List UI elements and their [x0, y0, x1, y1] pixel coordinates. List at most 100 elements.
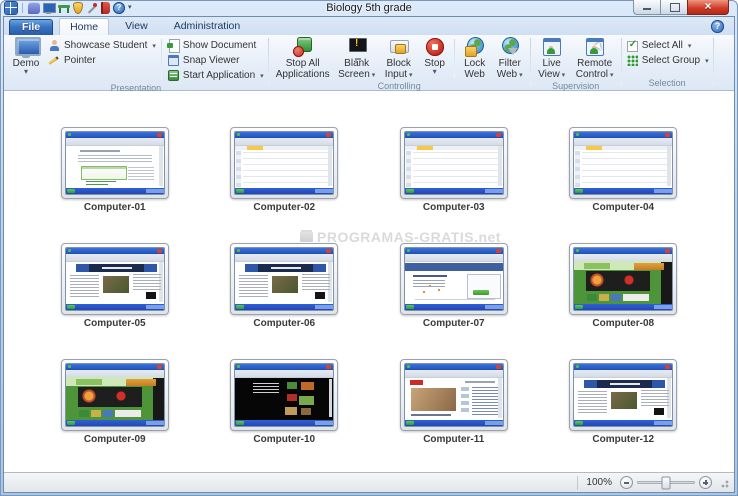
classroom-desk-icon[interactable] — [58, 2, 70, 14]
start-application-button[interactable]: Start Application — [165, 68, 266, 83]
computer-thumbnail[interactable]: Computer-02 — [228, 127, 340, 213]
computer-thumbnail[interactable]: Computer-06 — [228, 243, 340, 329]
mini-screen — [65, 138, 164, 188]
computer-thumbnail[interactable]: Computer-12 — [567, 359, 679, 445]
resize-grip-icon[interactable] — [718, 476, 730, 489]
pointer-button[interactable]: Pointer — [46, 53, 158, 68]
group-presentation: Demo Showcase Student Pointer — [4, 35, 268, 93]
tab-view[interactable]: View — [115, 18, 158, 35]
mini-taskbar — [235, 188, 334, 194]
dropdown-arrow-icon — [703, 55, 709, 66]
mini-taskbar — [65, 420, 164, 426]
dropdown-arrow-icon — [608, 69, 614, 80]
computer-name: Computer-02 — [253, 202, 316, 213]
dropdown-arrow-icon — [24, 69, 28, 74]
thumbnail-view: PROGRAMAS-GRATIS.net Computer-01 Compute… — [4, 91, 734, 472]
computer-name: Computer-04 — [592, 202, 655, 213]
mini-screen — [574, 138, 673, 188]
close-button[interactable] — [687, 0, 729, 15]
filter-web-button[interactable]: Filter Web — [492, 36, 528, 81]
mini-screenshot — [230, 243, 339, 315]
mini-screenshot — [569, 243, 678, 315]
computer-name: Computer-08 — [592, 318, 655, 329]
start-application-icon — [167, 69, 180, 82]
file-menu-button[interactable]: File — [9, 19, 54, 35]
qat-dropdown-icon[interactable] — [128, 2, 136, 14]
mini-screenshot — [230, 127, 339, 199]
remote-control-button[interactable]: Remote Control — [571, 36, 619, 81]
live-view-button[interactable]: Live View — [533, 36, 571, 81]
mini-screen — [574, 370, 673, 420]
qat-separator — [22, 3, 23, 13]
computer-name: Computer-11 — [423, 434, 485, 445]
blank-screen-button[interactable]: Blank Screen — [335, 36, 379, 81]
computer-grid: Computer-01 Computer-02 Computer-03 Comp… — [4, 91, 734, 445]
computer-thumbnail[interactable]: Computer-04 — [567, 127, 679, 213]
snap-viewer-button[interactable]: Snap Viewer — [165, 53, 266, 68]
ribbon: Demo Showcase Student Pointer — [4, 35, 734, 93]
computer-thumbnail[interactable]: Computer-08 — [567, 243, 679, 329]
student-monitors-icon[interactable] — [43, 2, 56, 14]
stop-all-applications-icon — [292, 37, 313, 57]
computer-name: Computer-10 — [253, 434, 316, 445]
block-input-button[interactable]: Block Input — [379, 36, 419, 81]
select-all-button[interactable]: Select All — [624, 38, 711, 53]
computer-thumbnail[interactable]: Computer-03 — [398, 127, 510, 213]
mini-screenshot — [60, 243, 169, 315]
remote-control-icon — [585, 37, 606, 57]
mini-taskbar — [65, 188, 164, 194]
ribbon-help-icon[interactable] — [711, 20, 724, 33]
filter-web-icon — [500, 37, 520, 57]
stop-all-applications-button[interactable]: Stop All Applications — [271, 36, 335, 81]
computer-name: Computer-01 — [83, 202, 146, 213]
help-icon[interactable] — [113, 2, 125, 14]
stop-button[interactable]: Stop — [419, 36, 451, 75]
zoom-slider-track[interactable] — [637, 476, 695, 489]
mini-screen — [235, 254, 334, 304]
select-group-button[interactable]: Select Group — [624, 53, 711, 68]
minimize-button[interactable] — [633, 0, 660, 15]
tab-home[interactable]: Home — [59, 18, 110, 35]
zoom-in-button[interactable] — [699, 476, 712, 489]
status-bar: 100% — [4, 472, 734, 492]
mini-screenshot — [399, 243, 508, 315]
exit-journal-icon[interactable] — [101, 2, 110, 14]
zoom-level: 100% — [586, 477, 612, 488]
demo-icon — [12, 37, 41, 58]
shield-icon[interactable] — [73, 2, 83, 14]
mini-screenshot — [569, 127, 678, 199]
tab-administration[interactable]: Administration — [164, 18, 251, 35]
group-controlling: Stop All Applications Blank Screen Block… — [269, 35, 530, 91]
show-document-button[interactable]: Show Document — [165, 38, 266, 53]
window-controls — [633, 0, 729, 15]
computer-thumbnail[interactable]: Computer-07 — [398, 243, 510, 329]
mini-taskbar — [574, 188, 673, 194]
group-selection: Select All Select Group Selection — [622, 35, 713, 90]
zoom-slider-thumb[interactable] — [661, 476, 671, 489]
live-view-icon — [542, 37, 562, 57]
computer-thumbnail[interactable]: Computer-09 — [59, 359, 171, 445]
lock-web-button[interactable]: Lock Web — [458, 36, 492, 81]
mini-screen — [404, 370, 503, 420]
pointer-icon — [48, 54, 61, 67]
showcase-student-button[interactable]: Showcase Student — [46, 38, 158, 53]
titlebar: Biology 5th grade — [0, 0, 738, 16]
mini-screen — [404, 254, 503, 304]
computer-thumbnail[interactable]: Computer-01 — [59, 127, 171, 213]
chat-icon[interactable] — [28, 2, 40, 14]
maximize-button[interactable] — [660, 0, 687, 15]
demo-button[interactable]: Demo — [6, 36, 46, 75]
group-label: Selection — [648, 78, 686, 88]
group-separator — [712, 38, 714, 87]
tools-icon[interactable] — [86, 2, 98, 14]
computer-thumbnail[interactable]: Computer-05 — [59, 243, 171, 329]
mini-screenshot — [399, 359, 508, 431]
quick-access-toolbar — [0, 2, 136, 14]
zoom-slider[interactable] — [620, 476, 712, 489]
computer-thumbnail[interactable]: Computer-11 — [398, 359, 510, 445]
zoom-out-button[interactable] — [620, 476, 633, 489]
snap-viewer-icon — [167, 54, 180, 67]
computer-thumbnail[interactable]: Computer-10 — [228, 359, 340, 445]
mini-screenshot — [569, 359, 678, 431]
stop-icon — [425, 37, 445, 57]
